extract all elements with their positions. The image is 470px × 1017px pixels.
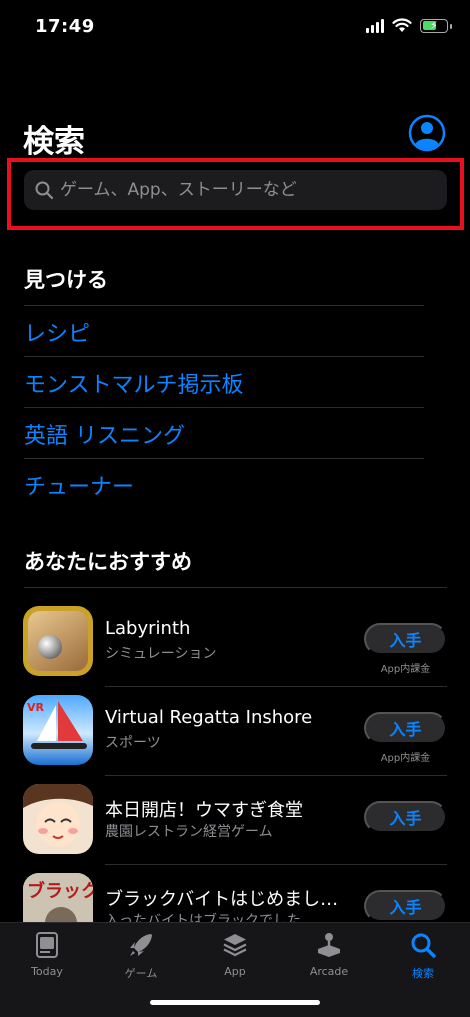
app-subtitle: シミュレーション bbox=[105, 646, 217, 662]
tab-apps[interactable]: App bbox=[188, 931, 282, 978]
layers-icon bbox=[223, 934, 247, 957]
rocket-icon bbox=[130, 934, 152, 956]
in-app-purchase-label: App内課金 bbox=[380, 753, 431, 764]
status-time: 17:49 bbox=[35, 16, 95, 37]
restaurant-app-icon bbox=[23, 784, 93, 854]
discover-item-monst[interactable]: モンストマルチ掲示板 bbox=[24, 367, 244, 399]
tab-label: Arcade bbox=[309, 965, 349, 978]
in-app-purchase-label: App内課金 bbox=[380, 664, 431, 675]
app-row-restaurant[interactable]: 本日開店！ウマすぎ食堂 農園レストラン経営ゲーム 入手 bbox=[0, 784, 470, 872]
discover-item-english[interactable]: 英語 リスニング bbox=[24, 418, 185, 450]
get-button[interactable]: 入手 bbox=[364, 623, 447, 655]
app-name: Virtual Regatta Inshore bbox=[105, 707, 313, 728]
today-icon bbox=[36, 932, 58, 958]
discover-item-tuner[interactable]: チューナー bbox=[24, 469, 134, 501]
status-bar: 17:49 ⚡ bbox=[0, 0, 470, 56]
app-name: Labyrinth bbox=[105, 618, 191, 639]
recommend-title: あなたにおすすめ bbox=[24, 550, 192, 574]
divider bbox=[24, 407, 424, 408]
tab-label: Today bbox=[31, 965, 63, 978]
divider bbox=[24, 305, 424, 306]
status-icons: ⚡ bbox=[366, 18, 452, 33]
account-icon[interactable] bbox=[408, 114, 446, 152]
tab-search[interactable]: 検索 bbox=[376, 931, 470, 981]
joystick-icon bbox=[318, 933, 340, 957]
app-subtitle: 農園レストラン経営ゲーム bbox=[105, 824, 273, 840]
discover-item-recipe[interactable]: レシピ bbox=[24, 316, 90, 348]
app-name: 本日開店！ウマすぎ食堂 bbox=[105, 800, 303, 821]
tab-label: ゲーム bbox=[124, 967, 158, 980]
search-input[interactable] bbox=[60, 180, 440, 200]
app-row-regatta[interactable]: VR Virtual Regatta Inshore スポーツ 入手 App内課… bbox=[0, 695, 470, 783]
home-indicator bbox=[150, 1000, 320, 1005]
get-button[interactable]: 入手 bbox=[364, 801, 447, 833]
divider bbox=[24, 458, 424, 459]
app-name: ブラックバイトはじめまし… bbox=[105, 889, 339, 910]
discover-title: 見つける bbox=[24, 268, 108, 292]
divider bbox=[24, 587, 447, 588]
regatta-app-icon: VR bbox=[23, 695, 93, 765]
page-title: 検索 bbox=[23, 124, 85, 160]
tab-games[interactable]: ゲーム bbox=[94, 931, 188, 981]
wifi-icon bbox=[392, 18, 412, 32]
get-button[interactable]: 入手 bbox=[364, 890, 447, 922]
divider bbox=[24, 356, 424, 357]
divider bbox=[105, 686, 447, 687]
search-field[interactable] bbox=[24, 170, 447, 210]
get-button[interactable]: 入手 bbox=[364, 712, 447, 744]
labyrinth-app-icon bbox=[23, 606, 93, 676]
search-icon bbox=[411, 933, 436, 958]
battery-icon: ⚡ bbox=[420, 18, 452, 33]
app-subtitle: スポーツ bbox=[105, 735, 161, 751]
tab-label: 検索 bbox=[412, 967, 434, 980]
tab-arcade[interactable]: Arcade bbox=[282, 931, 376, 978]
app-row-labyrinth[interactable]: Labyrinth シミュレーション 入手 App内課金 bbox=[0, 606, 470, 694]
svg-text:VR: VR bbox=[27, 701, 45, 714]
cellular-signal-icon bbox=[366, 18, 384, 33]
tab-label: App bbox=[224, 965, 246, 978]
svg-text:ブラック: ブラック bbox=[27, 880, 93, 902]
tab-today[interactable]: Today bbox=[0, 931, 94, 978]
divider bbox=[105, 864, 447, 865]
search-icon bbox=[35, 181, 54, 200]
divider bbox=[105, 775, 447, 776]
